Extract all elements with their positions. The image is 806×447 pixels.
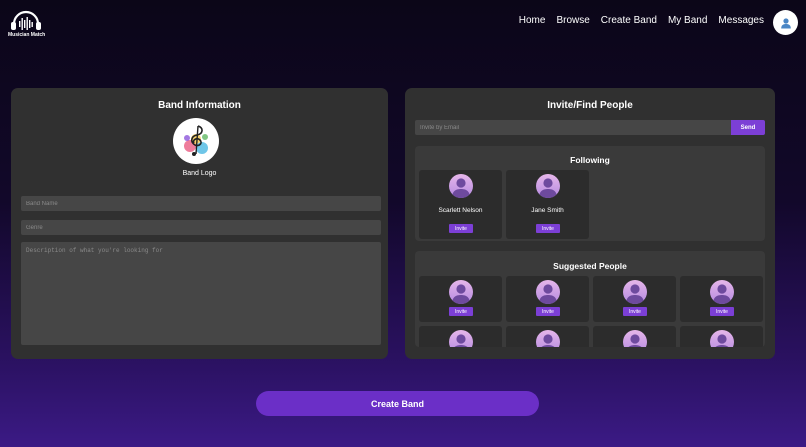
invite-button[interactable]: Invite bbox=[623, 307, 647, 316]
band-information-title: Band Information bbox=[158, 100, 241, 111]
invite-button[interactable]: Invite bbox=[536, 307, 560, 316]
suggested-person-card bbox=[593, 326, 676, 347]
band-logo-image[interactable] bbox=[173, 118, 219, 164]
person-avatar bbox=[710, 280, 734, 304]
following-section: Following Scarlett Nelson Invite Jane Sm… bbox=[415, 146, 765, 241]
logo-text: Musician Match bbox=[8, 32, 46, 38]
invite-title: Invite/Find People bbox=[547, 100, 633, 111]
person-card: Scarlett Nelson Invite bbox=[419, 170, 502, 239]
person-avatar bbox=[536, 330, 560, 347]
description-textarea[interactable] bbox=[21, 242, 381, 345]
user-icon bbox=[780, 17, 791, 28]
suggested-person-card bbox=[419, 326, 502, 347]
invite-button[interactable]: Invite bbox=[536, 224, 560, 233]
person-avatar bbox=[536, 174, 560, 198]
logo[interactable]: Musician Match bbox=[8, 9, 46, 39]
person-avatar bbox=[710, 330, 734, 347]
invite-email-row: Send bbox=[415, 120, 765, 135]
invite-email-input[interactable] bbox=[415, 120, 731, 135]
person-name: Jane Smith bbox=[531, 207, 564, 214]
invite-find-people-panel: Invite/Find People Send Following Scarle… bbox=[405, 88, 775, 359]
user-icon bbox=[452, 178, 470, 198]
band-logo-label: Band Logo bbox=[182, 170, 217, 177]
nav-create-band[interactable]: Create Band bbox=[601, 15, 657, 26]
nav-home[interactable]: Home bbox=[519, 15, 546, 26]
suggested-person-card bbox=[506, 326, 589, 347]
user-icon bbox=[628, 334, 642, 347]
profile-avatar[interactable] bbox=[773, 10, 798, 35]
top-bar: Musician Match Home Browse Create Band M… bbox=[0, 0, 806, 44]
user-icon bbox=[541, 334, 555, 347]
main-nav: Home Browse Create Band My Band Messages bbox=[519, 15, 764, 26]
person-avatar bbox=[623, 280, 647, 304]
invite-button[interactable]: Invite bbox=[449, 307, 473, 316]
band-name-input[interactable] bbox=[21, 196, 381, 211]
person-avatar bbox=[536, 280, 560, 304]
person-avatar bbox=[449, 280, 473, 304]
user-icon bbox=[539, 178, 557, 198]
suggested-person-card bbox=[680, 326, 763, 347]
person-card: Jane Smith Invite bbox=[506, 170, 589, 239]
headphones-icon bbox=[11, 10, 41, 30]
music-note-icon bbox=[184, 125, 208, 156]
send-button[interactable]: Send bbox=[731, 120, 765, 135]
person-avatar bbox=[449, 330, 473, 347]
suggested-people-section: Suggested People Invite Invite Invite In… bbox=[415, 251, 765, 347]
nav-browse[interactable]: Browse bbox=[556, 15, 589, 26]
nav-my-band[interactable]: My Band bbox=[668, 15, 707, 26]
following-title: Following bbox=[570, 155, 610, 165]
invite-button[interactable]: Invite bbox=[449, 224, 473, 233]
user-icon bbox=[713, 284, 731, 304]
user-icon bbox=[539, 284, 557, 304]
person-avatar bbox=[623, 330, 647, 347]
genre-input[interactable] bbox=[21, 220, 381, 235]
suggested-title: Suggested People bbox=[553, 261, 627, 271]
person-avatar bbox=[449, 174, 473, 198]
band-information-panel: Band Information Band Logo bbox=[11, 88, 388, 359]
user-icon bbox=[452, 284, 470, 304]
suggested-person-card: Invite bbox=[593, 276, 676, 322]
invite-button[interactable]: Invite bbox=[710, 307, 734, 316]
user-icon bbox=[454, 334, 468, 347]
nav-messages[interactable]: Messages bbox=[718, 15, 764, 26]
user-icon bbox=[715, 334, 729, 347]
person-name: Scarlett Nelson bbox=[438, 207, 483, 214]
suggested-person-card: Invite bbox=[680, 276, 763, 322]
suggested-person-card: Invite bbox=[506, 276, 589, 322]
create-band-button[interactable]: Create Band bbox=[256, 391, 539, 416]
suggested-person-card: Invite bbox=[419, 276, 502, 322]
user-icon bbox=[626, 284, 644, 304]
